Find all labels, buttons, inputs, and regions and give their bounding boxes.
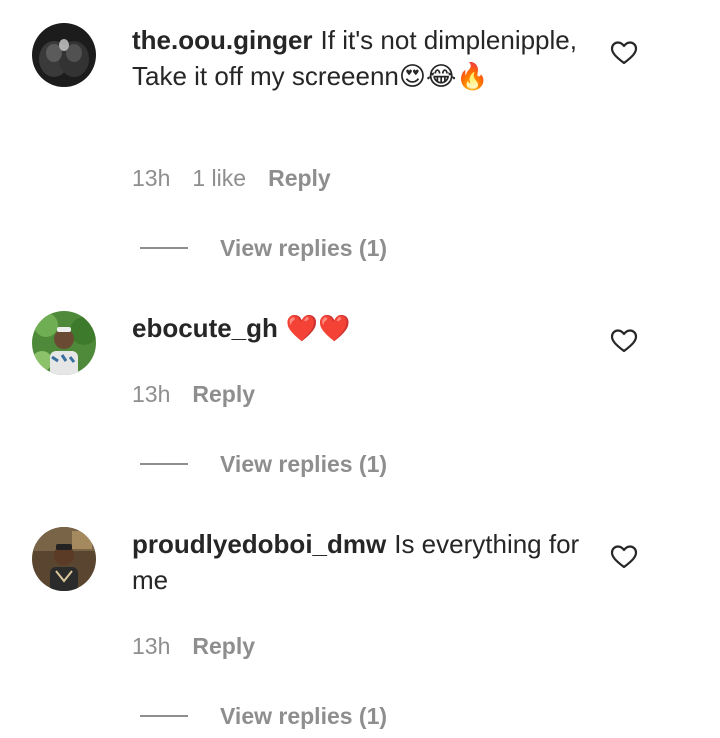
reply-button[interactable]: Reply [268,165,331,191]
replies-divider [140,463,188,465]
comment-username[interactable]: proudlyedoboi_dmw [132,529,386,559]
view-replies-button[interactable]: View replies (1) [220,450,387,478]
replies-divider [140,247,188,249]
comment-body: ebocute_gh ❤️❤️ [132,310,582,346]
comment-body: proudlyedoboi_dmw Is everything for me [132,526,582,598]
comment-meta: 13h 1 like Reply [132,164,353,192]
person-photo-avatar-icon [32,527,96,591]
replies-divider [140,715,188,717]
avatar[interactable] [32,527,96,591]
person-photo-avatar-icon [32,311,96,375]
comment-time: 13h [132,381,171,407]
heart-icon[interactable] [610,40,638,66]
dark-abstract-avatar-icon [32,23,96,87]
comment-username[interactable]: the.oou.ginger [132,25,313,55]
avatar[interactable] [32,311,96,375]
comment-time: 13h [132,165,171,191]
comment-text: ❤️❤️ [285,313,351,343]
reply-button[interactable]: Reply [192,381,255,407]
comment-meta: 13h Reply [132,380,277,408]
view-replies-button[interactable]: View replies (1) [220,234,387,262]
view-replies-button[interactable]: View replies (1) [220,702,387,730]
comment-username[interactable]: ebocute_gh [132,313,278,343]
comment-body: the.oou.ginger If it's not dimplenipple, … [132,22,582,94]
comment-time: 13h [132,633,171,659]
comment-meta: 13h Reply [132,632,277,660]
comment-likes[interactable]: 1 like [192,165,246,191]
reply-button[interactable]: Reply [192,633,255,659]
heart-icon[interactable] [610,328,638,354]
heart-icon[interactable] [610,544,638,570]
avatar[interactable] [32,23,96,87]
